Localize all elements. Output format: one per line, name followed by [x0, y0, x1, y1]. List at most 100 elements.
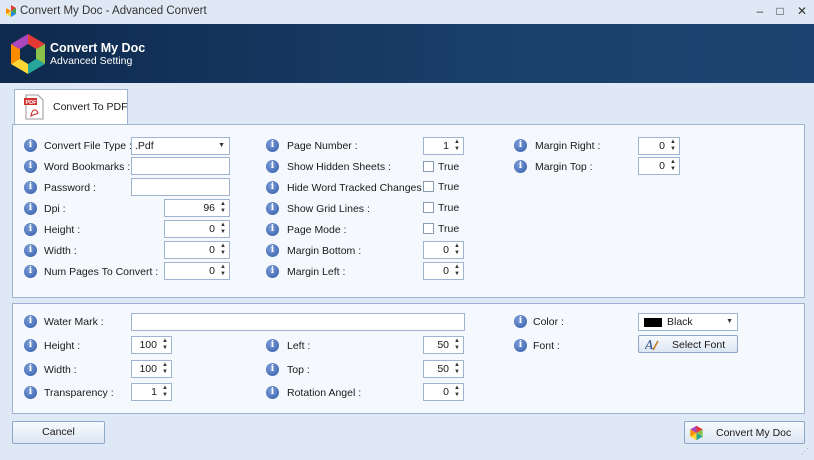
spinner-arrows-icon[interactable]: ▲ ▼: [669, 139, 677, 153]
spinner-arrows-icon[interactable]: ▲ ▼: [219, 201, 227, 215]
file-type-label: Convert File Type :: [44, 140, 132, 152]
margin-top-value: 0: [659, 160, 665, 172]
convert-my-doc-button[interactable]: Convert My Doc: [684, 421, 805, 444]
file-type-select[interactable]: .Pdf ▼: [131, 137, 230, 155]
rotation-label: Rotation Angel :: [287, 387, 362, 399]
password-input[interactable]: [131, 178, 230, 196]
info-icon: i: [266, 181, 279, 194]
word-bookmarks-input[interactable]: [131, 157, 230, 175]
maximize-button[interactable]: □: [770, 3, 790, 19]
info-icon: i: [266, 363, 279, 376]
page-number-label: Page Number :: [287, 140, 358, 152]
spinner-arrows-icon[interactable]: ▲ ▼: [453, 264, 461, 278]
page-number-stepper[interactable]: 1 ▲ ▼: [423, 137, 464, 155]
width-value: 0: [209, 244, 215, 256]
font-icon: A: [645, 338, 659, 351]
spinner-arrows-icon[interactable]: ▲ ▼: [219, 264, 227, 278]
spinner-arrows-icon[interactable]: ▲ ▼: [453, 385, 461, 399]
grid-lines-label: Show Grid Lines :: [287, 203, 370, 215]
color-swatch: [644, 318, 662, 327]
spinner-arrows-icon[interactable]: ▲ ▼: [161, 385, 169, 399]
info-icon: i: [24, 223, 37, 236]
wm-height-stepper[interactable]: 100 ▲ ▼: [131, 336, 172, 354]
info-icon: i: [266, 339, 279, 352]
watermark-label: Water Mark :: [44, 316, 104, 328]
cancel-button[interactable]: Cancel: [12, 421, 105, 444]
convert-my-doc-label: Convert My Doc: [716, 427, 792, 439]
dpi-label: Dpi :: [44, 203, 66, 215]
wm-left-value: 50: [437, 339, 449, 351]
num-pages-stepper[interactable]: 0 ▲ ▼: [164, 262, 230, 280]
transparency-stepper[interactable]: 1 ▲ ▼: [131, 383, 172, 401]
title-bar: Convert My Doc - Advanced Convert – □ ✕: [0, 0, 814, 24]
tracked-changes-true-label: True: [438, 181, 460, 193]
spinner-arrows-icon[interactable]: ▲ ▼: [453, 362, 461, 376]
info-icon: i: [514, 160, 527, 173]
wm-left-stepper[interactable]: 50 ▲ ▼: [423, 336, 464, 354]
info-icon: i: [24, 315, 37, 328]
grid-lines-true-label: True: [438, 202, 460, 214]
info-icon: i: [514, 315, 527, 328]
chevron-down-icon: ▼: [218, 142, 225, 149]
height-stepper[interactable]: 0 ▲ ▼: [164, 220, 230, 238]
margin-bottom-stepper[interactable]: 0 ▲ ▼: [423, 241, 464, 259]
info-icon: i: [266, 160, 279, 173]
wm-width-value: 100: [139, 363, 157, 375]
spinner-arrows-icon[interactable]: ▲ ▼: [219, 222, 227, 236]
watermark-input[interactable]: [131, 313, 465, 331]
spinner-arrows-icon[interactable]: ▲ ▼: [669, 159, 677, 173]
grid-lines-checkbox[interactable]: [423, 202, 434, 213]
info-icon: i: [24, 363, 37, 376]
hidden-sheets-label: Show Hidden Sheets :: [287, 161, 391, 173]
wm-top-label: Top :: [287, 364, 310, 376]
spinner-arrows-icon[interactable]: ▲ ▼: [453, 139, 461, 153]
chevron-down-icon: ▼: [726, 318, 733, 325]
wm-width-stepper[interactable]: 100 ▲ ▼: [131, 360, 172, 378]
width-label: Width :: [44, 245, 77, 257]
color-label: Color :: [533, 316, 564, 328]
pdf-file-icon: PDF: [24, 94, 44, 120]
hidden-sheets-checkbox[interactable]: [423, 161, 434, 172]
spinner-arrows-icon[interactable]: ▲ ▼: [161, 362, 169, 376]
info-icon: i: [514, 339, 527, 352]
margin-right-label: Margin Right :: [535, 140, 601, 152]
header-banner: Convert My Doc Advanced Setting: [0, 24, 814, 83]
tab-convert-to-pdf[interactable]: PDF Convert To PDF: [14, 89, 128, 125]
file-type-value: .Pdf: [135, 140, 154, 152]
info-icon: i: [24, 139, 37, 152]
wm-top-stepper[interactable]: 50 ▲ ▼: [423, 360, 464, 378]
spinner-arrows-icon[interactable]: ▲ ▼: [219, 243, 227, 257]
margin-bottom-value: 0: [443, 244, 449, 256]
rotation-value: 0: [443, 386, 449, 398]
width-stepper[interactable]: 0 ▲ ▼: [164, 241, 230, 259]
password-label: Password :: [44, 182, 96, 194]
spinner-arrows-icon[interactable]: ▲ ▼: [453, 338, 461, 352]
margin-left-stepper[interactable]: 0 ▲ ▼: [423, 262, 464, 280]
close-button[interactable]: ✕: [792, 3, 812, 19]
margin-top-stepper[interactable]: 0 ▲ ▼: [638, 157, 680, 175]
info-icon: i: [24, 181, 37, 194]
select-font-button[interactable]: A Select Font: [638, 335, 738, 353]
margin-left-label: Margin Left :: [287, 266, 346, 278]
tracked-changes-checkbox[interactable]: [423, 181, 434, 192]
dpi-value: 96: [203, 202, 215, 214]
page-number-value: 1: [443, 140, 449, 152]
resize-grip-icon[interactable]: ⋰: [801, 447, 809, 456]
font-label: Font :: [533, 340, 560, 352]
margin-right-stepper[interactable]: 0 ▲ ▼: [638, 137, 680, 155]
page-mode-checkbox[interactable]: [423, 223, 434, 234]
convert-logo-icon: [690, 425, 703, 441]
minimize-button[interactable]: –: [750, 3, 770, 19]
spinner-arrows-icon[interactable]: ▲ ▼: [453, 243, 461, 257]
color-select[interactable]: Black ▼: [638, 313, 738, 331]
info-icon: i: [24, 244, 37, 257]
window-title: Convert My Doc - Advanced Convert: [20, 5, 207, 17]
dpi-stepper[interactable]: 96 ▲ ▼: [164, 199, 230, 217]
margin-bottom-label: Margin Bottom :: [287, 245, 362, 257]
spinner-arrows-icon[interactable]: ▲ ▼: [161, 338, 169, 352]
height-label: Height :: [44, 224, 81, 236]
rotation-stepper[interactable]: 0 ▲ ▼: [423, 383, 464, 401]
page-mode-true-label: True: [438, 223, 460, 235]
svg-text:PDF: PDF: [26, 100, 38, 106]
transparency-value: 1: [151, 386, 157, 398]
